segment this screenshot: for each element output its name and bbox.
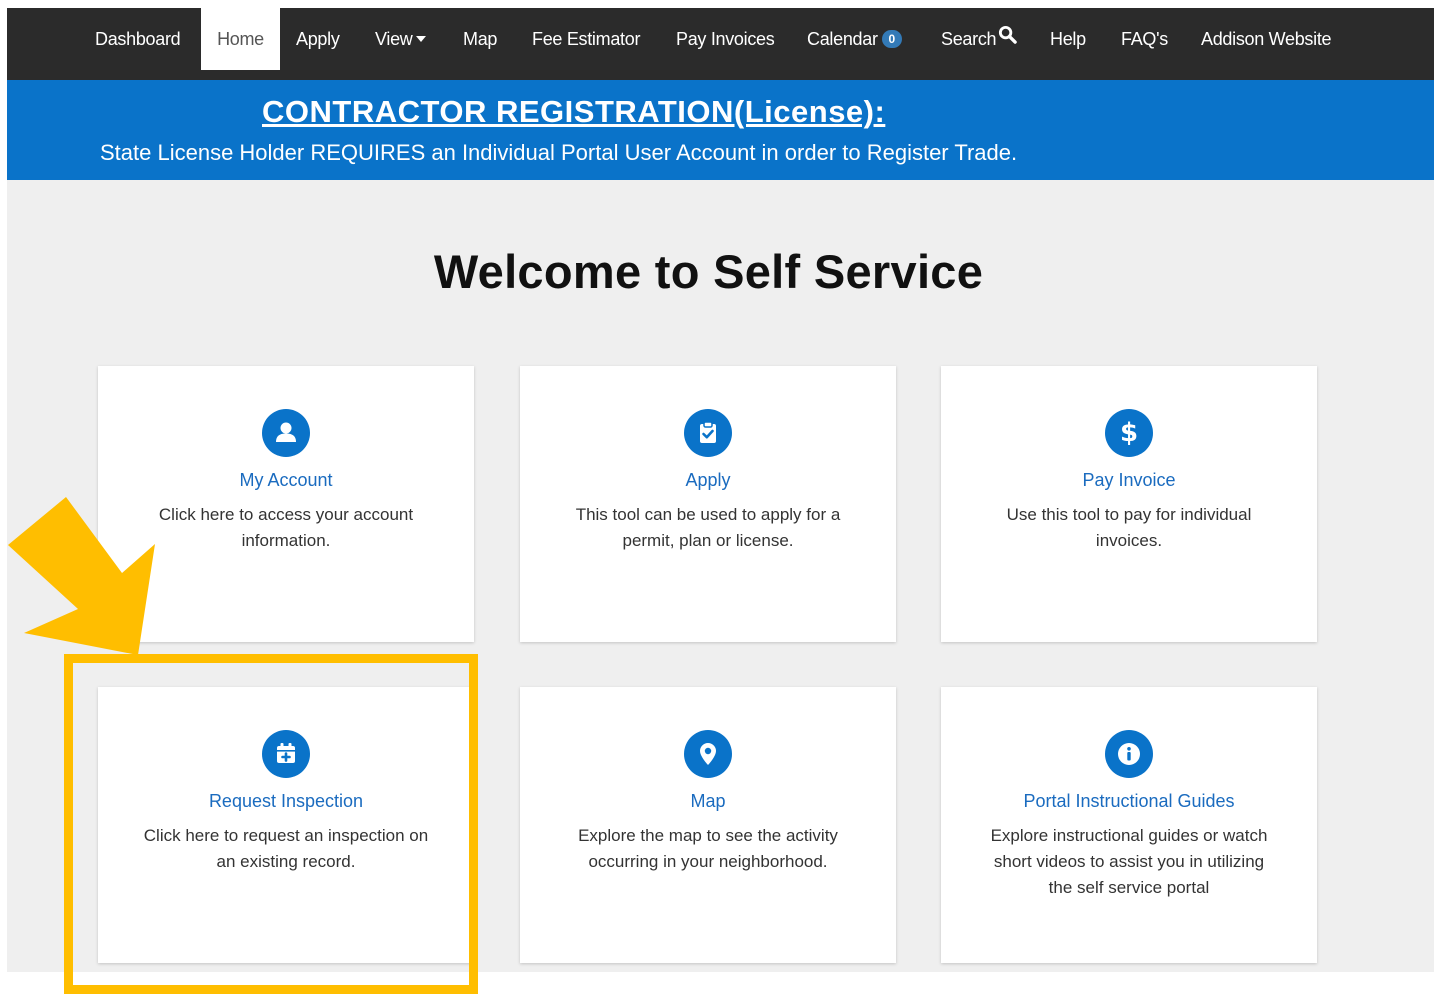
highlight-box-annotation (64, 654, 478, 994)
nav-apply[interactable]: Apply (296, 8, 340, 70)
nav-pay-invoices[interactable]: Pay Invoices (676, 8, 775, 70)
card-apply[interactable]: Apply This tool can be used to apply for… (520, 366, 896, 642)
card-title[interactable]: Apply (520, 470, 896, 491)
card-map[interactable]: Map Explore the map to see the activity … (520, 687, 896, 963)
card-description: Use this tool to pay for individual invo… (1006, 505, 1252, 550)
top-navigation-bar: Dashboard Home Apply View Map Fee Estima… (7, 8, 1434, 80)
card-title[interactable]: Portal Instructional Guides (941, 791, 1317, 812)
banner-title-link[interactable]: CONTRACTOR REGISTRATION(License): (262, 94, 885, 130)
card-description: Explore instructional guides or watch sh… (990, 826, 1268, 897)
card-description: Explore the map to see the activity occu… (578, 826, 838, 871)
page-title: Welcome to Self Service (433, 245, 984, 298)
card-portal-instructional-guides[interactable]: Portal Instructional Guides Explore inst… (941, 687, 1317, 963)
calendar-count-badge: 0 (881, 30, 902, 49)
contractor-registration-banner: CONTRACTOR REGISTRATION(License): State … (7, 80, 1434, 180)
banner-subtitle: State License Holder REQUIRES an Individ… (100, 140, 1018, 165)
clipboard-check-icon (684, 409, 732, 457)
nav-faqs[interactable]: FAQ's (1121, 8, 1168, 70)
nav-fee-estimator[interactable]: Fee Estimator (532, 8, 640, 70)
nav-search[interactable]: Search (941, 8, 1017, 70)
nav-addison-website[interactable]: Addison Website (1201, 8, 1332, 70)
user-icon (262, 409, 310, 457)
nav-map[interactable]: Map (463, 8, 497, 70)
search-icon (998, 8, 1017, 69)
card-pay-invoice[interactable]: $ Pay Invoice Use this tool to pay for i… (941, 366, 1317, 642)
info-icon (1105, 730, 1153, 778)
card-title[interactable]: Pay Invoice (941, 470, 1317, 491)
map-pin-icon (684, 730, 732, 778)
arrow-pointer-icon (8, 497, 155, 655)
dollar-icon: $ (1105, 409, 1153, 457)
nav-view-dropdown[interactable]: View (375, 8, 426, 70)
card-description: Click here to access your account inform… (158, 505, 414, 550)
nav-calendar[interactable]: Calendar 0 (807, 8, 902, 70)
nav-help[interactable]: Help (1050, 8, 1086, 70)
card-title[interactable]: Map (520, 791, 896, 812)
caret-down-icon (415, 36, 426, 43)
card-description: This tool can be used to apply for a per… (575, 505, 841, 550)
nav-home[interactable]: Home (201, 8, 280, 70)
nav-dashboard[interactable]: Dashboard (95, 8, 181, 70)
